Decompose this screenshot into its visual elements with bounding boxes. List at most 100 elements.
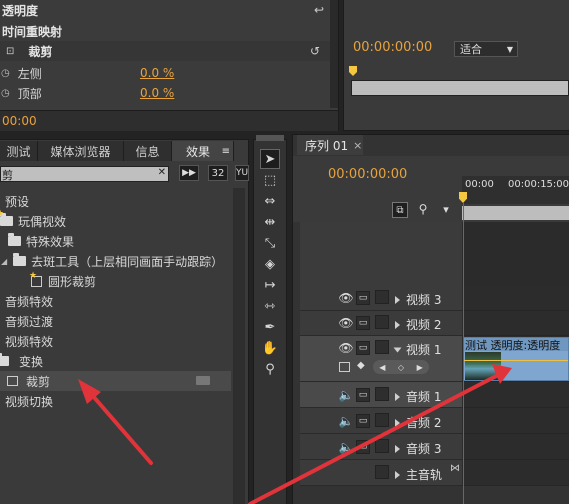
tree-item-crop[interactable]: 裁剪 <box>0 371 231 391</box>
effect-controls-scrollbar[interactable] <box>330 0 338 108</box>
slide-tool-icon[interactable]: ⇿ <box>260 296 280 316</box>
tree-item-spot-removal[interactable]: ◢ 去斑工具（上层相同画面手动跟踪） <box>0 251 231 271</box>
crop-top-label: 顶部 <box>17 86 42 101</box>
tree-item-doll-effects[interactable]: ★ 玩偶视效 <box>0 210 231 231</box>
display-style-icon[interactable] <box>339 362 350 372</box>
sync-lock-icon[interactable]: ▭ <box>356 341 370 355</box>
speaker-icon[interactable]: 🔈 <box>339 440 354 454</box>
crop-top-value[interactable]: 0.0 % <box>140 86 174 100</box>
speaker-icon[interactable]: 🔈 <box>339 388 354 402</box>
sync-lock-icon[interactable]: ▭ <box>356 414 370 428</box>
stopwatch-icon[interactable]: ◷ <box>1 68 10 79</box>
track-label-video-3[interactable]: 视频 3 <box>395 291 441 308</box>
rolling-edit-tool-icon[interactable]: ⇹ <box>260 212 280 232</box>
keyframe-navigator[interactable]: ◀ ◇ ▶ <box>373 360 429 374</box>
stopwatch-icon[interactable]: ◷ <box>1 88 10 99</box>
track-area-master[interactable] <box>462 460 569 486</box>
close-icon[interactable]: × <box>353 139 362 152</box>
tree-item-special-effects[interactable]: 特殊效果 <box>0 231 231 251</box>
effect-controls-timecode[interactable]: 00:00 <box>2 114 37 128</box>
tab-info-partial[interactable]: 测试 <box>0 141 38 161</box>
work-area-bar[interactable] <box>462 206 569 220</box>
search-clear-icon[interactable]: ✕ <box>158 167 166 178</box>
hand-tool-icon[interactable]: ✋ <box>260 338 280 358</box>
tab-sequence[interactable]: 序列 01 × <box>297 135 363 155</box>
selection-tool-icon[interactable]: ➤ <box>260 149 280 169</box>
sync-lock-icon[interactable]: ▭ <box>356 388 370 402</box>
tab-info[interactable]: 信息 <box>124 141 172 161</box>
track-lock-box[interactable] <box>375 413 389 427</box>
tree-item-label: 音频过渡 <box>5 314 54 329</box>
crop-left-value[interactable]: 0.0 % <box>140 66 174 80</box>
track-lock-box[interactable] <box>375 340 389 354</box>
track-label-master[interactable]: 主音轨 <box>395 466 442 483</box>
eye-icon[interactable]: 👁 <box>338 291 353 305</box>
tab-media-browser[interactable]: 媒体浏览器 <box>38 141 124 161</box>
eye-icon[interactable]: 👁 <box>338 341 353 355</box>
timeline-ruler[interactable]: 00:00 00:00:15:00 <box>462 176 569 204</box>
prev-keyframe-icon[interactable]: ◀ <box>379 363 385 372</box>
track-area-audio-2[interactable] <box>462 408 569 434</box>
track-area-audio-1[interactable] <box>462 382 569 408</box>
tree-item-audio-transitions[interactable]: 音频过渡 <box>0 311 231 331</box>
time-remap-row[interactable]: 时间重映射 <box>0 21 338 41</box>
eye-icon[interactable]: 👁 <box>338 316 353 330</box>
slip-tool-icon[interactable]: ↦ <box>260 275 280 295</box>
ripple-edit-tool-icon[interactable]: ⇔ <box>260 191 280 211</box>
32bit-effects-button[interactable]: 32 <box>208 165 228 181</box>
track-lock-box[interactable] <box>375 387 389 401</box>
crop-reset-icon[interactable]: ↺ <box>310 44 320 58</box>
crop-effect-row[interactable]: ⊡ 裁剪 ↺ <box>0 41 338 61</box>
sync-lock-icon[interactable]: ▭ <box>356 440 370 454</box>
track-area-video-2[interactable] <box>462 311 569 336</box>
speaker-icon[interactable]: 🔈 <box>339 414 354 428</box>
track-label-video-2[interactable]: 视频 2 <box>395 316 441 333</box>
program-timecode[interactable]: 00:00:00:00 <box>353 40 432 55</box>
expand-triangle-icon[interactable]: ◢ <box>1 257 7 266</box>
track-lock-box[interactable] <box>375 290 389 304</box>
tree-item-audio-effects[interactable]: 音频特效 <box>0 291 231 311</box>
reset-icon[interactable]: ↩ <box>314 3 324 17</box>
monitor-time-ruler[interactable] <box>351 80 569 96</box>
track-label-video-1[interactable]: 视频 1 <box>393 341 441 358</box>
opacity-rubberband[interactable] <box>464 360 568 361</box>
sync-lock-icon[interactable]: ▭ <box>356 316 370 330</box>
tree-item-transform[interactable]: 变换 <box>0 351 231 371</box>
opacity-row[interactable]: 透明度 ↩ <box>0 0 338 20</box>
track-lock-box[interactable] <box>375 315 389 329</box>
monitor-playhead-icon[interactable] <box>349 66 357 76</box>
tab-effects[interactable]: 效果 ≡ <box>172 141 234 161</box>
track-area-audio-3[interactable] <box>462 434 569 460</box>
accelerated-effects-button[interactable]: ▶▶ <box>179 165 199 181</box>
effects-scrollbar[interactable] <box>233 188 245 504</box>
tree-item-video-effects[interactable]: 视频特效 <box>0 331 231 351</box>
snap-toggle-icon[interactable]: ⧉ <box>392 202 408 218</box>
yuv-effects-button[interactable]: YU <box>235 165 249 181</box>
effects-search-input[interactable]: 剪 ✕ <box>0 166 169 182</box>
rate-stretch-tool-icon[interactable]: ⤡ <box>260 233 280 253</box>
set-marker-icon[interactable]: ▾ <box>439 202 453 216</box>
tree-item-circle-crop[interactable]: ★ 圆形裁剪 <box>0 271 231 291</box>
track-label-audio-2[interactable]: 音频 2 <box>395 414 441 431</box>
sync-lock-icon[interactable]: ▭ <box>356 291 370 305</box>
track-area-video-3[interactable] <box>462 286 569 311</box>
razor-tool-icon[interactable]: ◈ <box>260 254 280 274</box>
sequence-timecode[interactable]: 00:00:00:00 <box>328 167 407 182</box>
panel-menu-icon[interactable]: ≡ <box>222 146 230 157</box>
track-lock-box[interactable] <box>375 465 389 479</box>
add-keyframe-icon[interactable]: ◇ <box>398 363 404 372</box>
tree-item-video-transitions[interactable]: 视频切换 <box>0 391 231 411</box>
track-select-tool-icon[interactable]: ⬚ <box>260 170 280 190</box>
pen-tool-icon[interactable]: ✒ <box>260 317 280 337</box>
track-label-audio-1[interactable]: 音频 1 <box>395 388 441 405</box>
tree-item-presets[interactable]: 预设 <box>0 191 231 211</box>
track-lock-box[interactable] <box>375 439 389 453</box>
master-expand-icon[interactable]: ⋈ <box>450 463 460 474</box>
track-label-audio-3[interactable]: 音频 3 <box>395 440 441 457</box>
add-marker-icon[interactable]: ⚲ <box>416 202 430 216</box>
timeline-clip[interactable]: 测试 透明度:透明度 <box>463 337 569 381</box>
keyframe-toggle-icon[interactable]: ◆ <box>357 360 365 371</box>
next-keyframe-icon[interactable]: ▶ <box>417 363 423 372</box>
zoom-tool-icon[interactable]: ⚲ <box>260 359 280 379</box>
fit-dropdown[interactable]: 适合 ▼ <box>454 41 518 57</box>
